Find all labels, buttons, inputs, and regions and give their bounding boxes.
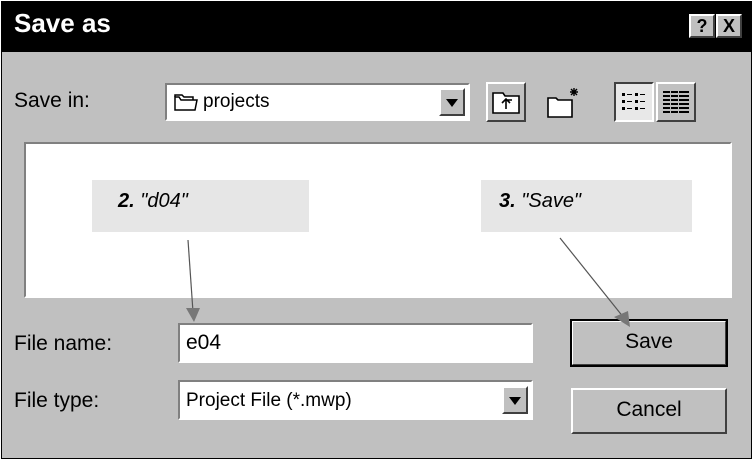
- new-folder-icon: [544, 88, 584, 128]
- cancel-button[interactable]: Cancel: [571, 388, 727, 434]
- chevron-down-icon[interactable]: [439, 88, 465, 116]
- callout-step-3-text: "Save": [521, 190, 582, 212]
- up-folder-button[interactable]: [486, 82, 526, 122]
- callout-step-3-number: 3.: [499, 190, 516, 212]
- callout-step-2: 2. "d04": [92, 180, 309, 232]
- file-name-input[interactable]: e04: [178, 323, 533, 363]
- save-in-label: Save in:: [14, 89, 90, 112]
- up-folder-icon: [488, 92, 524, 124]
- save-in-dropdown[interactable]: projects: [165, 83, 470, 121]
- file-type-value: Project File (*.mwp): [186, 390, 352, 411]
- file-name-label: File name:: [14, 332, 113, 355]
- list-view-button[interactable]: [614, 82, 654, 122]
- callout-step-3: 3. "Save": [481, 180, 692, 232]
- help-button[interactable]: ?: [689, 14, 715, 38]
- save-in-value: projects: [203, 91, 270, 112]
- chevron-down-icon[interactable]: [502, 386, 528, 414]
- details-view-button[interactable]: [656, 82, 696, 122]
- close-button[interactable]: X: [716, 14, 742, 38]
- file-type-label: File type:: [14, 389, 100, 412]
- window-title: Save as: [14, 8, 111, 38]
- save-button[interactable]: Save: [570, 319, 728, 367]
- list-view-icon: [616, 93, 652, 124]
- title-bar: Save as ? X: [2, 2, 751, 52]
- new-folder-button[interactable]: [542, 82, 582, 122]
- file-type-dropdown[interactable]: Project File (*.mwp): [178, 380, 533, 420]
- details-view-icon: [658, 91, 694, 124]
- callout-step-2-number: 2.: [118, 190, 135, 212]
- callout-step-2-text: "d04": [140, 190, 188, 212]
- folder-icon: [173, 91, 199, 118]
